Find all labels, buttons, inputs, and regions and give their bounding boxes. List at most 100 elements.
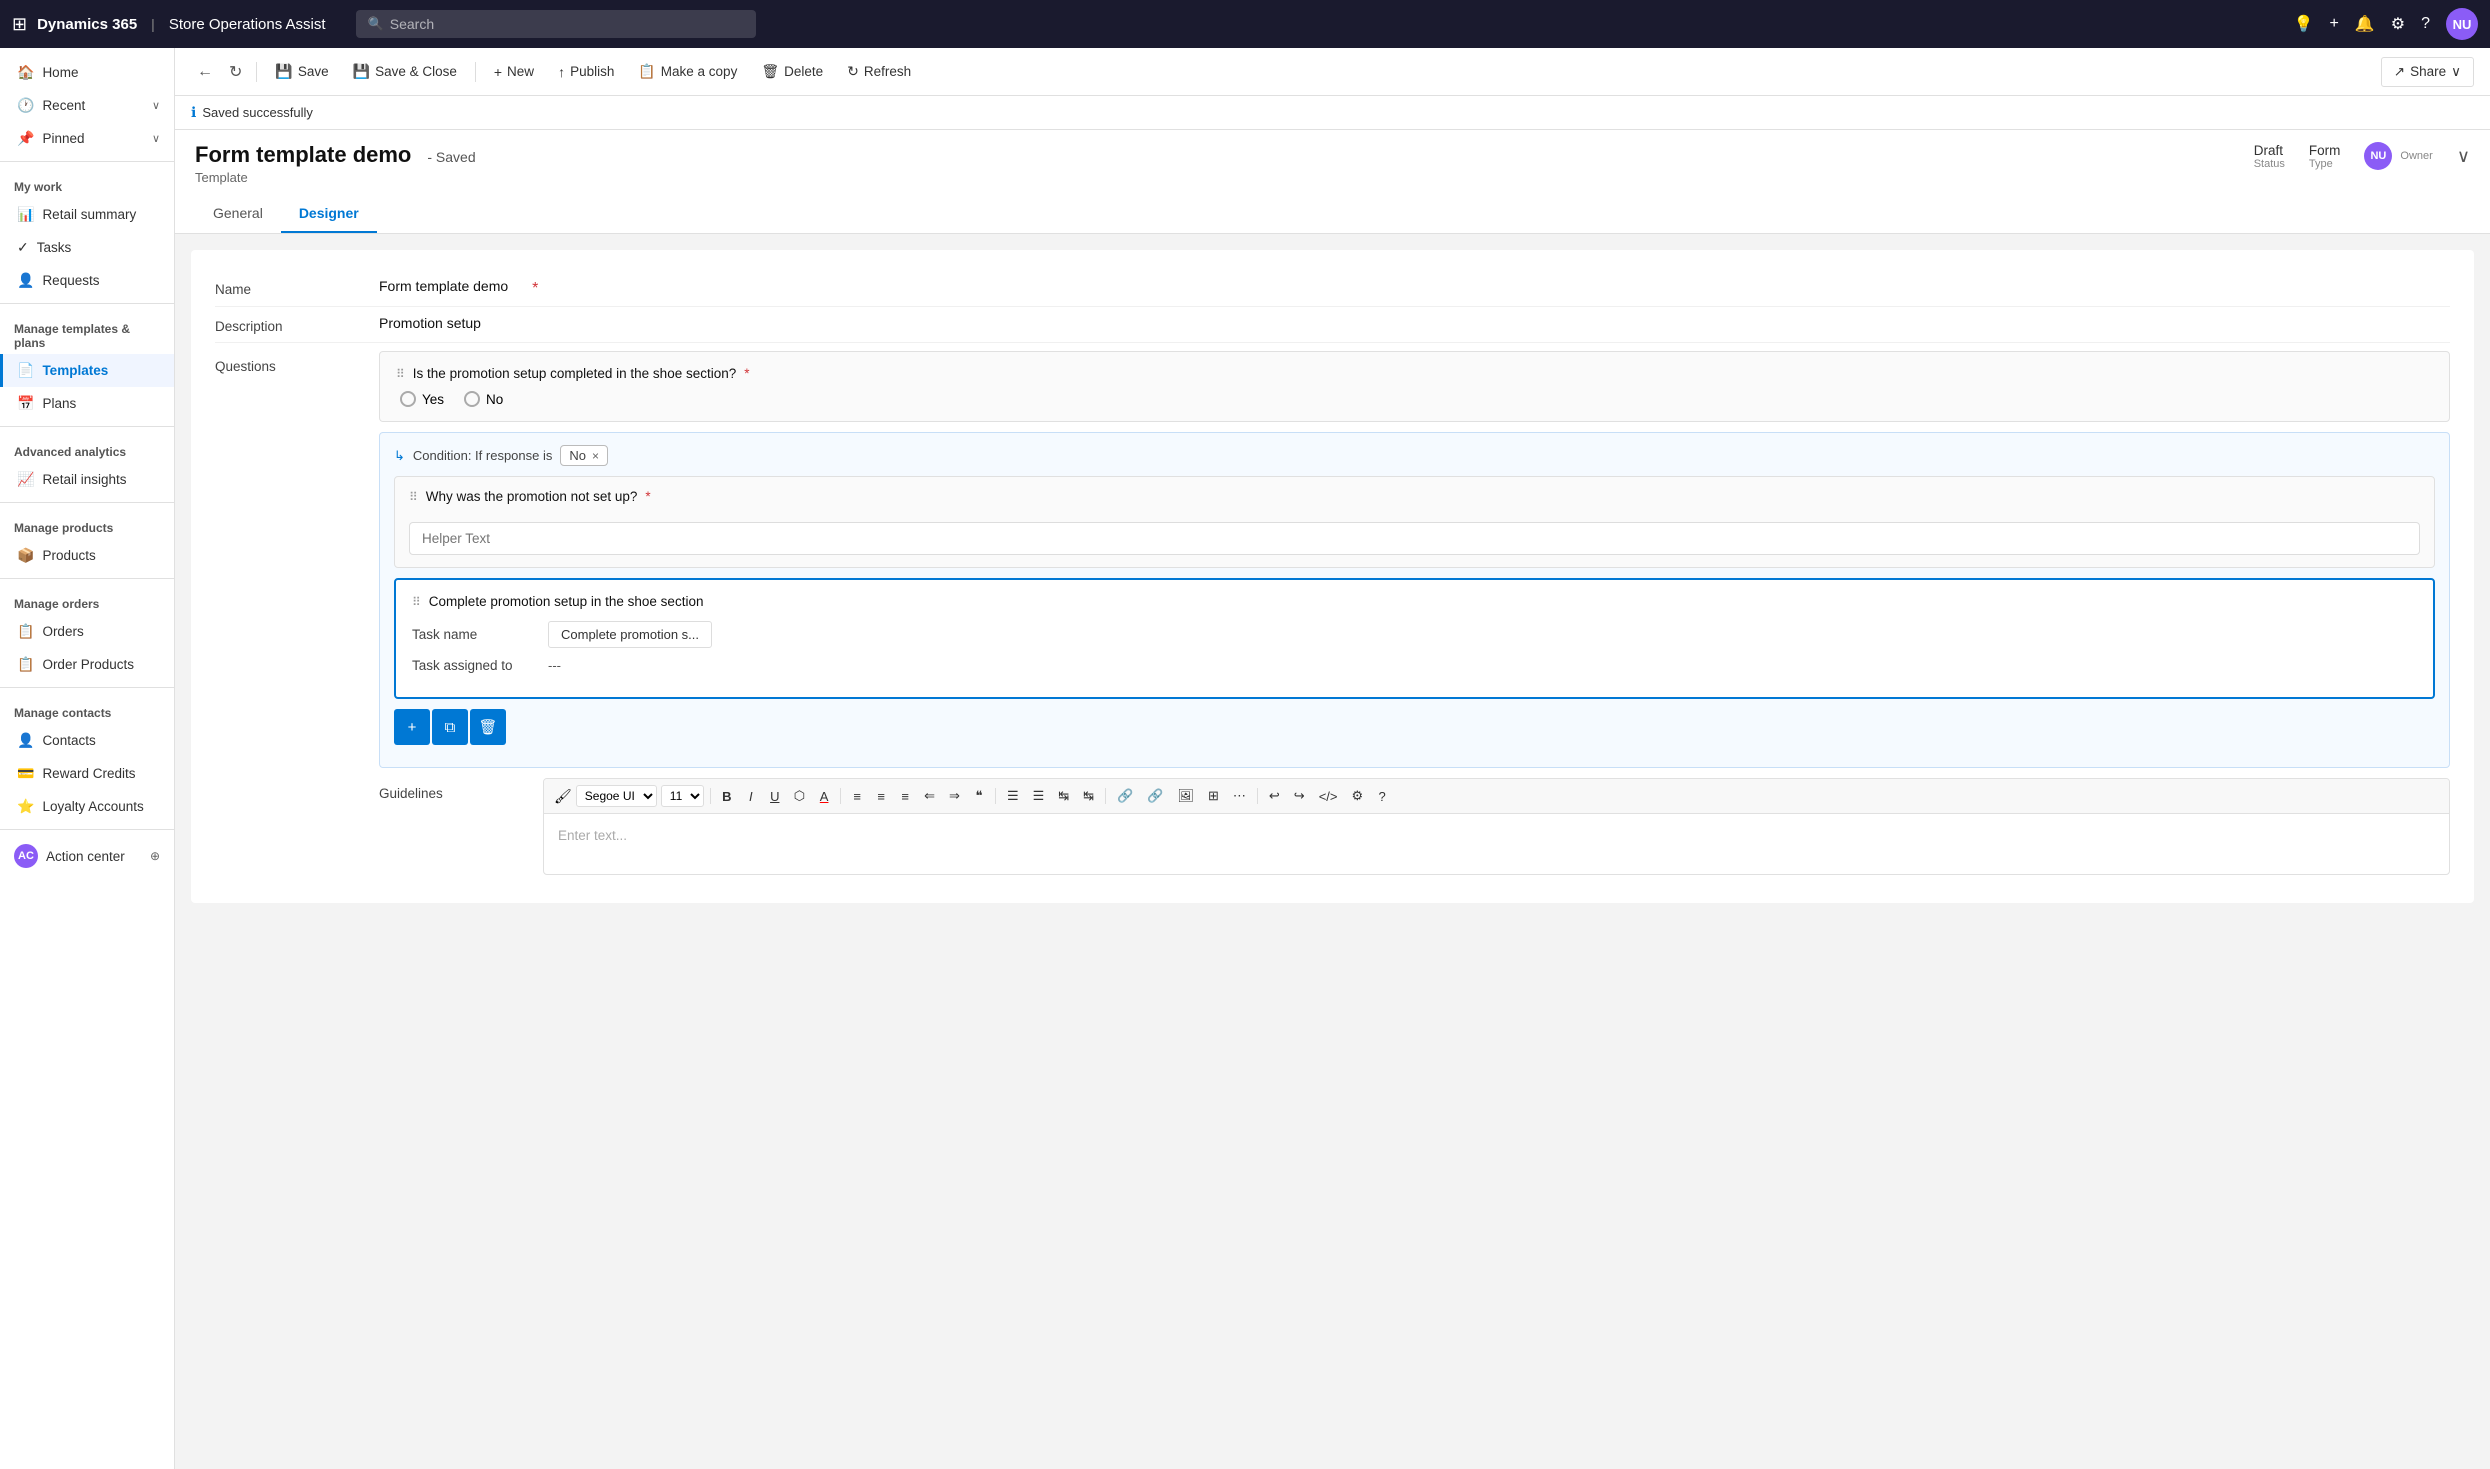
sidebar-label-retail-summary: Retail summary bbox=[42, 207, 136, 222]
sidebar-item-templates[interactable]: 📄 Templates bbox=[0, 354, 174, 387]
lightbulb-icon[interactable]: 💡 bbox=[2294, 14, 2314, 34]
save-close-button[interactable]: 💾 Save & Close bbox=[343, 57, 467, 86]
task-copy-button[interactable]: ⧉ bbox=[432, 709, 468, 745]
search-bar[interactable]: 🔍 bbox=[356, 10, 756, 38]
guidelines-editor[interactable]: Enter text... bbox=[544, 814, 2449, 874]
rt-link-button[interactable]: 🔗 bbox=[1112, 785, 1138, 807]
radio-yes[interactable]: Yes bbox=[400, 391, 444, 407]
sidebar-item-reward-credits[interactable]: 💳 Reward Credits bbox=[0, 757, 174, 790]
sidebar-label-retail-insights: Retail insights bbox=[42, 472, 126, 487]
sidebar-label-order-products: Order Products bbox=[42, 657, 134, 672]
task-assigned-row: Task assigned to --- bbox=[412, 658, 2417, 673]
font-size-select[interactable]: 11 bbox=[661, 785, 704, 807]
task-block: ⠿ Complete promotion setup in the shoe s… bbox=[394, 578, 2435, 699]
rt-paint-icon[interactable]: 🖌 bbox=[554, 788, 572, 805]
rt-italic-button[interactable]: I bbox=[741, 786, 761, 807]
owner-meta[interactable]: NU Owner bbox=[2364, 142, 2432, 170]
rt-outdent-button[interactable]: ⇐ bbox=[919, 785, 940, 807]
rt-highlight-button[interactable]: ⬡ bbox=[789, 785, 810, 807]
task-drag-handle-icon[interactable]: ⠿ bbox=[412, 595, 421, 609]
rt-settings-button[interactable]: ⚙ bbox=[1346, 785, 1368, 807]
refresh-button[interactable]: ↻ Refresh bbox=[837, 57, 921, 86]
name-required-star: * bbox=[532, 280, 538, 298]
rt-more-button[interactable]: ⋯ bbox=[1228, 785, 1251, 807]
rt-color-button[interactable]: A bbox=[814, 786, 834, 807]
status-meta: Draft Status bbox=[2254, 143, 2285, 170]
new-button[interactable]: + New bbox=[484, 58, 544, 86]
sidebar-item-pinned[interactable]: 📌 Pinned ∨ bbox=[0, 122, 174, 155]
rt-quote-button[interactable]: ❝ bbox=[969, 785, 989, 807]
rt-align-center-button[interactable]: ≡ bbox=[871, 786, 891, 807]
rt-help-button[interactable]: ? bbox=[1372, 786, 1392, 807]
questions-content: ⠿ Is the promotion setup completed in th… bbox=[379, 351, 2450, 875]
sidebar-item-tasks[interactable]: ✓ Tasks bbox=[0, 231, 174, 264]
make-a-copy-button[interactable]: 📋 Make a copy bbox=[628, 57, 747, 86]
save-button[interactable]: 💾 Save bbox=[265, 57, 338, 86]
rt-bold-button[interactable]: B bbox=[717, 786, 737, 807]
sidebar-item-loyalty-accounts[interactable]: ⭐ Loyalty Accounts bbox=[0, 790, 174, 823]
sidebar-divider-4 bbox=[0, 502, 174, 503]
add-icon[interactable]: + bbox=[2329, 15, 2338, 33]
delete-button[interactable]: 🗑 Delete bbox=[751, 57, 833, 86]
action-center-pin-icon[interactable]: ⊕ bbox=[150, 849, 160, 863]
rt-source-button[interactable]: </> bbox=[1314, 786, 1343, 807]
notifications-icon[interactable]: 🔔 bbox=[2355, 14, 2375, 34]
settings-icon[interactable]: ⚙ bbox=[2391, 14, 2405, 34]
rt-image-button[interactable]: 🖼 bbox=[1172, 785, 1199, 807]
sidebar-item-order-products[interactable]: 📋 Order Products bbox=[0, 648, 174, 681]
sidebar-item-home[interactable]: 🏠 Home bbox=[0, 56, 174, 89]
rt-redo-button[interactable]: ↪ bbox=[1289, 785, 1310, 807]
tab-general[interactable]: General bbox=[195, 195, 281, 233]
rt-undo-button[interactable]: ↩ bbox=[1264, 785, 1285, 807]
name-value[interactable]: Form template demo bbox=[379, 278, 508, 294]
collapse-button[interactable]: ∨ bbox=[2457, 146, 2470, 167]
rt-align-right-button[interactable]: ≡ bbox=[895, 786, 915, 807]
rt-numlist-button[interactable]: ☰ bbox=[1028, 785, 1050, 807]
rt-align-left-button[interactable]: ≡ bbox=[847, 786, 867, 807]
radio-no[interactable]: No bbox=[464, 391, 503, 407]
font-family-select[interactable]: Segoe UI bbox=[576, 785, 657, 807]
publish-button[interactable]: ↑ Publish bbox=[548, 58, 624, 86]
rt-bullet-button[interactable]: ☰ bbox=[1002, 785, 1024, 807]
sidebar-label-plans: Plans bbox=[42, 396, 76, 411]
condition-remove-icon[interactable]: × bbox=[592, 449, 599, 463]
helper-text-input[interactable] bbox=[409, 522, 2420, 555]
share-button[interactable]: ↗ Share ∨ bbox=[2381, 57, 2474, 87]
command-bar: ← ↻ 💾 Save 💾 Save & Close + New ↑ Publis… bbox=[175, 48, 2490, 96]
sidebar-label-recent: Recent bbox=[42, 98, 85, 113]
user-avatar[interactable]: NU bbox=[2446, 8, 2478, 40]
search-input[interactable] bbox=[390, 16, 744, 32]
refresh-nav-button[interactable]: ↻ bbox=[223, 58, 248, 86]
apps-menu-icon[interactable]: ⊞ bbox=[12, 14, 27, 35]
sub-drag-handle-icon[interactable]: ⠿ bbox=[409, 490, 418, 504]
sidebar-item-requests[interactable]: 👤 Requests bbox=[0, 264, 174, 297]
radio-yes-label: Yes bbox=[422, 392, 444, 407]
description-value[interactable]: Promotion setup bbox=[379, 315, 481, 331]
sidebar-item-contacts[interactable]: 👤 Contacts bbox=[0, 724, 174, 757]
drag-handle-icon[interactable]: ⠿ bbox=[396, 367, 405, 381]
rt-ltr-button[interactable]: ↹ bbox=[1053, 785, 1074, 807]
rt-indent-button[interactable]: ⇒ bbox=[944, 785, 965, 807]
rt-table-button[interactable]: ⊞ bbox=[1203, 785, 1224, 807]
tasks-icon: ✓ bbox=[17, 239, 29, 256]
rt-unlink-button[interactable]: 🔗 bbox=[1142, 785, 1168, 807]
sidebar-label-orders: Orders bbox=[42, 624, 83, 639]
form-subtitle: Template bbox=[195, 170, 476, 185]
task-name-button[interactable]: Complete promotion s... bbox=[548, 621, 712, 648]
sidebar-item-plans[interactable]: 📅 Plans bbox=[0, 387, 174, 420]
type-label: Type bbox=[2309, 158, 2333, 170]
sidebar-item-products[interactable]: 📦 Products bbox=[0, 539, 174, 572]
back-button[interactable]: ← bbox=[191, 59, 219, 85]
help-icon[interactable]: ? bbox=[2421, 15, 2430, 33]
task-delete-button[interactable]: 🗑 bbox=[470, 709, 506, 745]
sidebar-item-recent[interactable]: 🕐 Recent ∨ bbox=[0, 89, 174, 122]
sidebar-item-action-center[interactable]: AC Action center ⊕ bbox=[0, 836, 174, 876]
sidebar-item-retail-insights[interactable]: 📈 Retail insights bbox=[0, 463, 174, 496]
radio-yes-circle bbox=[400, 391, 416, 407]
tab-designer[interactable]: Designer bbox=[281, 195, 377, 233]
rt-rtl-button[interactable]: ↹ bbox=[1078, 785, 1099, 807]
sidebar-item-orders[interactable]: 📋 Orders bbox=[0, 615, 174, 648]
task-add-button[interactable]: + bbox=[394, 709, 430, 745]
sidebar-item-retail-summary[interactable]: 📊 Retail summary bbox=[0, 198, 174, 231]
rt-underline-button[interactable]: U bbox=[765, 786, 785, 807]
